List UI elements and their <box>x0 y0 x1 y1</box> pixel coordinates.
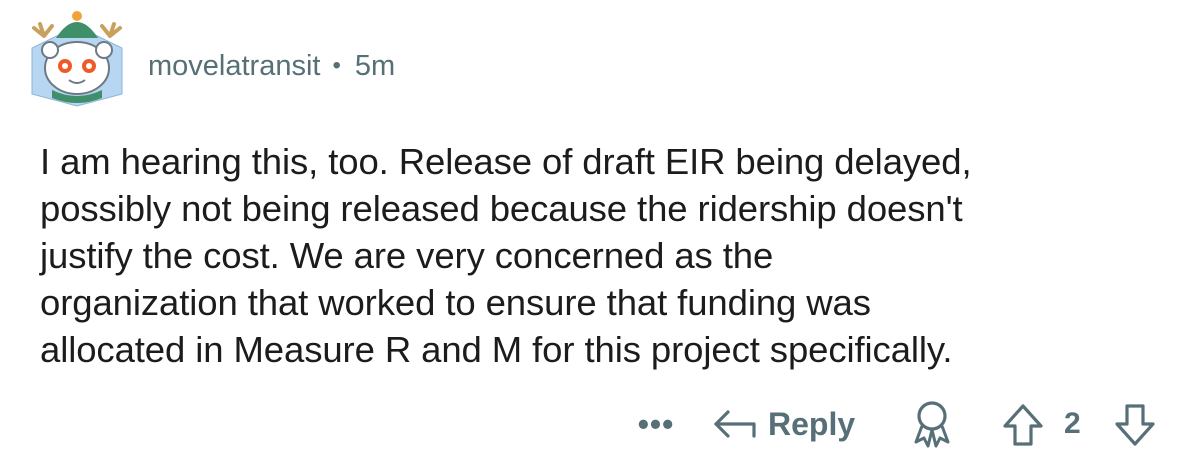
snoo-avatar-icon <box>31 11 123 107</box>
comment-body-line: I am hearing this, too. Release of draft… <box>40 141 972 182</box>
comment-meta: movelatransit • 5m <box>148 46 395 86</box>
award-icon <box>914 401 950 448</box>
user-avatar[interactable] <box>22 6 132 108</box>
downvote-icon <box>1115 404 1155 446</box>
reply-button[interactable]: Reply <box>712 396 855 452</box>
award-button[interactable] <box>908 398 956 450</box>
vote-count: 2 <box>1064 407 1081 440</box>
upvote-icon <box>1003 404 1043 446</box>
comment-age: 5m <box>354 49 396 82</box>
comment-body-line: possibly not being released because the … <box>40 188 963 229</box>
downvote-button[interactable] <box>1112 402 1158 448</box>
comment-action-bar: ••• Reply 2 <box>0 396 1200 452</box>
comment-body-line: justify the cost. We are very concerned … <box>40 235 774 276</box>
meta-separator: • <box>332 52 341 79</box>
author-username[interactable]: movelatransit <box>148 50 320 83</box>
more-options-button[interactable]: ••• <box>636 396 676 452</box>
comment-body-line: organization that worked to ensure that … <box>40 282 871 323</box>
reply-arrow-icon <box>714 410 756 438</box>
comment-body: I am hearing this, too. Release of draft… <box>40 138 1170 373</box>
reply-label: Reply <box>768 405 856 442</box>
upvote-button[interactable] <box>1000 402 1046 448</box>
comment-body-line: allocated in Measure R and M for this pr… <box>40 329 953 370</box>
